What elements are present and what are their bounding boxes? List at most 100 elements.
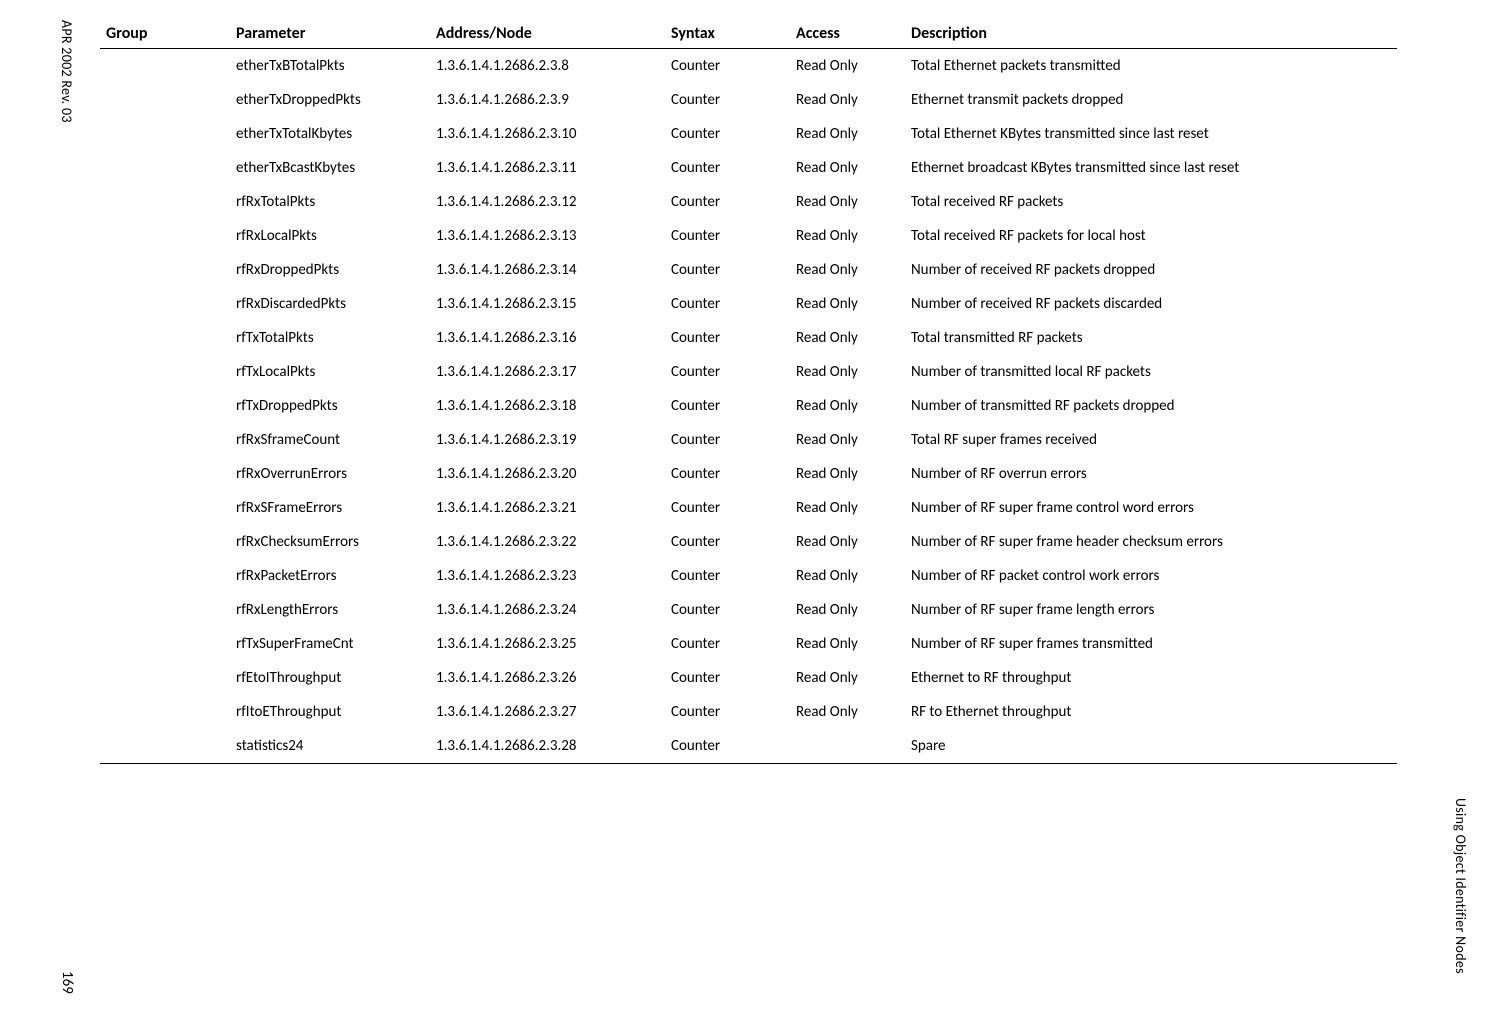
- cell-group: [100, 559, 230, 593]
- table-row: rfRxTotalPkts1.3.6.1.4.1.2686.2.3.12Coun…: [100, 185, 1397, 219]
- cell-syntax: Counter: [665, 525, 790, 559]
- cell-syntax: Counter: [665, 695, 790, 729]
- table-body: etherTxBTotalPkts1.3.6.1.4.1.2686.2.3.8C…: [100, 49, 1397, 764]
- cell-param: etherTxDroppedPkts: [230, 83, 430, 117]
- cell-group: [100, 457, 230, 491]
- cell-group: [100, 185, 230, 219]
- cell-param: rfRxOverrunErrors: [230, 457, 430, 491]
- cell-param: rfEtoIThroughput: [230, 661, 430, 695]
- cell-addr: 1.3.6.1.4.1.2686.2.3.12: [430, 185, 665, 219]
- table-row: rfTxLocalPkts1.3.6.1.4.1.2686.2.3.17Coun…: [100, 355, 1397, 389]
- cell-access: Read Only: [790, 321, 905, 355]
- cell-desc: Number of RF super frame length errors: [905, 593, 1397, 627]
- cell-syntax: Counter: [665, 83, 790, 117]
- cell-syntax: Counter: [665, 151, 790, 185]
- cell-desc: Ethernet transmit packets dropped: [905, 83, 1397, 117]
- cell-desc: RF to Ethernet throughput: [905, 695, 1397, 729]
- cell-access: Read Only: [790, 457, 905, 491]
- cell-desc: Ethernet to RF throughput: [905, 661, 1397, 695]
- table-header-row: Group Parameter Address/Node Syntax Acce…: [100, 20, 1397, 49]
- table-row: rfEtoIThroughput1.3.6.1.4.1.2686.2.3.26C…: [100, 661, 1397, 695]
- cell-access: Read Only: [790, 491, 905, 525]
- cell-addr: 1.3.6.1.4.1.2686.2.3.26: [430, 661, 665, 695]
- th-syntax: Syntax: [665, 20, 790, 49]
- cell-param: rfRxPacketErrors: [230, 559, 430, 593]
- cell-group: [100, 49, 230, 84]
- table-row: rfTxTotalPkts1.3.6.1.4.1.2686.2.3.16Coun…: [100, 321, 1397, 355]
- cell-addr: 1.3.6.1.4.1.2686.2.3.17: [430, 355, 665, 389]
- cell-syntax: Counter: [665, 287, 790, 321]
- table-row: rfItoEThroughput1.3.6.1.4.1.2686.2.3.27C…: [100, 695, 1397, 729]
- table-row: rfRxSframeCount1.3.6.1.4.1.2686.2.3.19Co…: [100, 423, 1397, 457]
- cell-desc: Number of received RF packets dropped: [905, 253, 1397, 287]
- cell-param: rfRxDiscardedPkts: [230, 287, 430, 321]
- cell-group: [100, 321, 230, 355]
- cell-param: rfTxLocalPkts: [230, 355, 430, 389]
- cell-group: [100, 491, 230, 525]
- cell-addr: 1.3.6.1.4.1.2686.2.3.10: [430, 117, 665, 151]
- cell-access: Read Only: [790, 83, 905, 117]
- right-margin-text: Using Object Identifier Nodes: [1452, 798, 1469, 974]
- cell-addr: 1.3.6.1.4.1.2686.2.3.14: [430, 253, 665, 287]
- cell-addr: 1.3.6.1.4.1.2686.2.3.11: [430, 151, 665, 185]
- cell-desc: Number of received RF packets discarded: [905, 287, 1397, 321]
- th-group: Group: [100, 20, 230, 49]
- cell-param: etherTxTotalKbytes: [230, 117, 430, 151]
- cell-desc: Number of RF super frame control word er…: [905, 491, 1397, 525]
- cell-access: [790, 729, 905, 764]
- cell-syntax: Counter: [665, 729, 790, 764]
- table-row: rfRxOverrunErrors1.3.6.1.4.1.2686.2.3.20…: [100, 457, 1397, 491]
- cell-desc: Ethernet broadcast KBytes transmitted si…: [905, 151, 1397, 185]
- cell-group: [100, 389, 230, 423]
- cell-syntax: Counter: [665, 185, 790, 219]
- cell-param: rfRxChecksumErrors: [230, 525, 430, 559]
- th-access: Access: [790, 20, 905, 49]
- cell-param: etherTxBTotalPkts: [230, 49, 430, 84]
- cell-syntax: Counter: [665, 627, 790, 661]
- cell-param: rfTxSuperFrameCnt: [230, 627, 430, 661]
- cell-param: statistics24: [230, 729, 430, 764]
- table-row: rfRxSFrameErrors1.3.6.1.4.1.2686.2.3.21C…: [100, 491, 1397, 525]
- cell-addr: 1.3.6.1.4.1.2686.2.3.18: [430, 389, 665, 423]
- cell-syntax: Counter: [665, 661, 790, 695]
- cell-addr: 1.3.6.1.4.1.2686.2.3.27: [430, 695, 665, 729]
- page: APR 2002 Rev. 03 169 Using Object Identi…: [0, 0, 1497, 1014]
- cell-group: [100, 355, 230, 389]
- cell-group: [100, 83, 230, 117]
- cell-desc: Spare: [905, 729, 1397, 764]
- cell-addr: 1.3.6.1.4.1.2686.2.3.9: [430, 83, 665, 117]
- cell-addr: 1.3.6.1.4.1.2686.2.3.13: [430, 219, 665, 253]
- cell-access: Read Only: [790, 219, 905, 253]
- cell-param: rfItoEThroughput: [230, 695, 430, 729]
- table-row: rfRxLengthErrors1.3.6.1.4.1.2686.2.3.24C…: [100, 593, 1397, 627]
- cell-desc: Total received RF packets for local host: [905, 219, 1397, 253]
- table-row: rfRxDiscardedPkts1.3.6.1.4.1.2686.2.3.15…: [100, 287, 1397, 321]
- cell-access: Read Only: [790, 389, 905, 423]
- cell-param: rfRxLengthErrors: [230, 593, 430, 627]
- table-row: rfRxChecksumErrors1.3.6.1.4.1.2686.2.3.2…: [100, 525, 1397, 559]
- cell-access: Read Only: [790, 355, 905, 389]
- table-row: etherTxBTotalPkts1.3.6.1.4.1.2686.2.3.8C…: [100, 49, 1397, 84]
- table-row: etherTxTotalKbytes1.3.6.1.4.1.2686.2.3.1…: [100, 117, 1397, 151]
- table-row: rfRxPacketErrors1.3.6.1.4.1.2686.2.3.23C…: [100, 559, 1397, 593]
- cell-param: rfRxTotalPkts: [230, 185, 430, 219]
- cell-desc: Total RF super frames received: [905, 423, 1397, 457]
- cell-group: [100, 219, 230, 253]
- left-margin-text: APR 2002 Rev. 03: [58, 20, 75, 123]
- table-row: etherTxBcastKbytes1.3.6.1.4.1.2686.2.3.1…: [100, 151, 1397, 185]
- cell-syntax: Counter: [665, 491, 790, 525]
- cell-addr: 1.3.6.1.4.1.2686.2.3.21: [430, 491, 665, 525]
- cell-access: Read Only: [790, 253, 905, 287]
- cell-desc: Number of RF super frames transmitted: [905, 627, 1397, 661]
- cell-syntax: Counter: [665, 457, 790, 491]
- cell-syntax: Counter: [665, 117, 790, 151]
- cell-syntax: Counter: [665, 49, 790, 84]
- cell-group: [100, 593, 230, 627]
- cell-param: rfRxSFrameErrors: [230, 491, 430, 525]
- cell-addr: 1.3.6.1.4.1.2686.2.3.23: [430, 559, 665, 593]
- cell-syntax: Counter: [665, 219, 790, 253]
- cell-addr: 1.3.6.1.4.1.2686.2.3.24: [430, 593, 665, 627]
- cell-addr: 1.3.6.1.4.1.2686.2.3.16: [430, 321, 665, 355]
- cell-syntax: Counter: [665, 389, 790, 423]
- cell-access: Read Only: [790, 185, 905, 219]
